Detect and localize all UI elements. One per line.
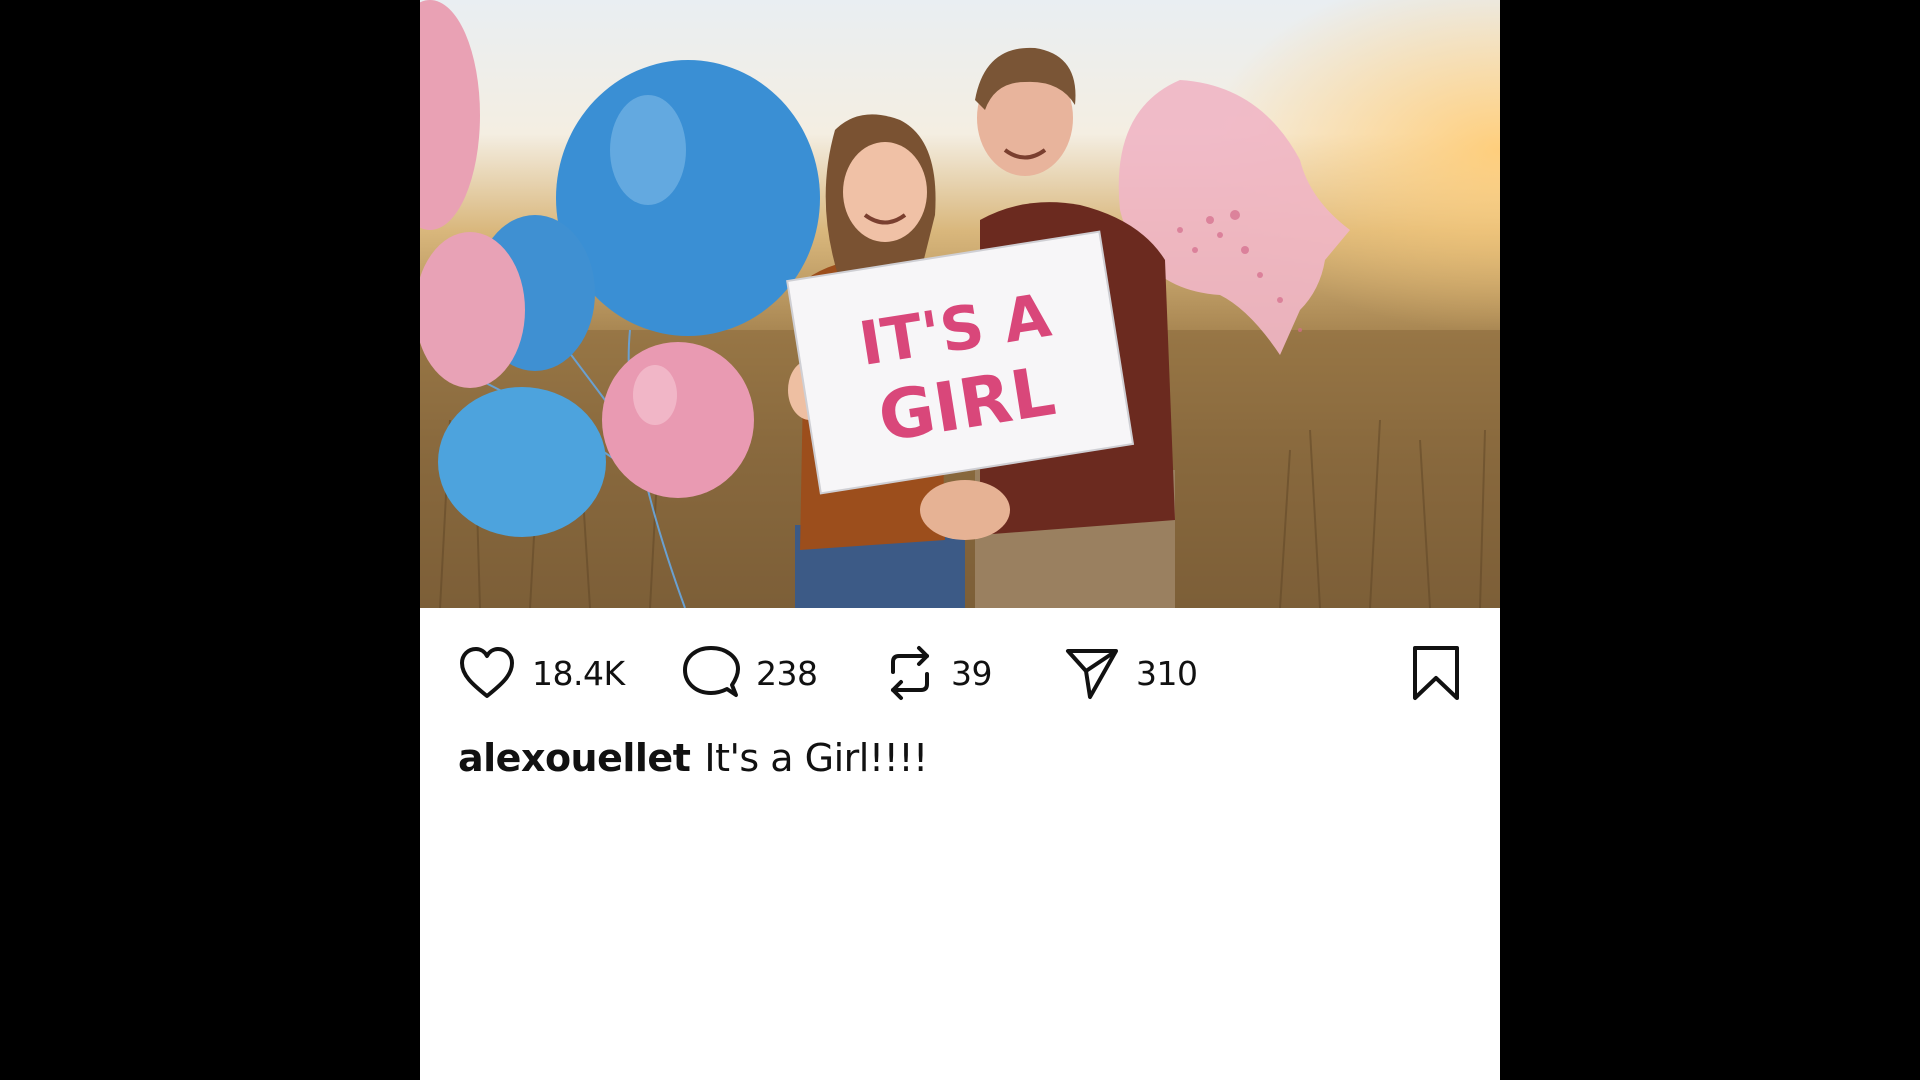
balloon-pink — [420, 232, 525, 388]
share-count: 310 — [1136, 653, 1198, 693]
action-bar: 18.4K 238 39 310 — [420, 608, 1500, 728]
share-action[interactable]: 310 — [1064, 643, 1198, 703]
like-action[interactable]: 18.4K — [458, 643, 625, 703]
balloon-pink-top — [420, 0, 480, 230]
comment-count: 238 — [756, 653, 818, 693]
comment-action[interactable]: 238 — [682, 643, 818, 703]
like-count: 18.4K — [532, 653, 625, 693]
share-icon[interactable] — [1064, 645, 1120, 701]
post-card: IT'S A GIRL 18.4K 238 39 310 alexouellet… — [420, 0, 1500, 1080]
balloon-blue-large — [556, 60, 820, 336]
balloon-pink-small — [602, 342, 754, 498]
heart-icon[interactable] — [458, 646, 516, 700]
repost-icon[interactable] — [885, 644, 935, 702]
caption-username[interactable]: alexouellet — [458, 736, 691, 780]
comment-icon[interactable] — [682, 645, 740, 701]
bookmark-action[interactable] — [1410, 643, 1462, 703]
balloon-blue-small — [438, 387, 606, 537]
post-caption: alexouellet It's a Girl!!!! — [458, 736, 928, 780]
caption-text: It's a Girl!!!! — [704, 736, 928, 780]
repost-action[interactable]: 39 — [885, 643, 993, 703]
photo-illustration: IT'S A GIRL — [420, 0, 1500, 608]
post-photo[interactable]: IT'S A GIRL — [420, 0, 1500, 608]
repost-count: 39 — [951, 653, 993, 693]
bookmark-icon[interactable] — [1410, 644, 1462, 702]
